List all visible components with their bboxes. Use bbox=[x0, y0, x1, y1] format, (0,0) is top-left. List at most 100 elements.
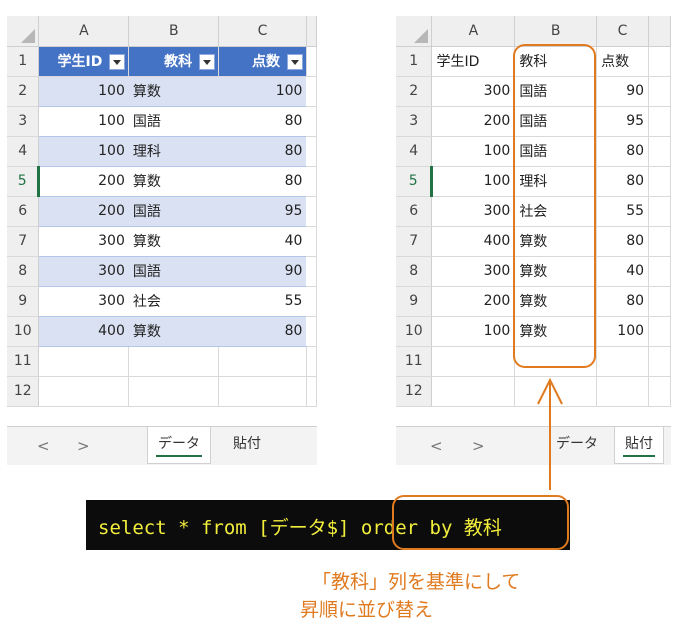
cell-b5[interactable]: 算数 bbox=[128, 166, 219, 197]
cell-a7[interactable]: 300 bbox=[38, 226, 129, 257]
column-header-b[interactable]: B bbox=[128, 16, 220, 47]
tab-paste[interactable]: 貼付 bbox=[614, 427, 664, 464]
filter-dropdown-icon[interactable] bbox=[109, 53, 126, 70]
tab-paste[interactable]: 貼付 bbox=[223, 427, 271, 463]
column-header-c[interactable]: C bbox=[596, 16, 650, 47]
row-header-6[interactable]: 6 bbox=[396, 196, 433, 227]
row-header-9[interactable]: 9 bbox=[7, 286, 40, 317]
cell-c11[interactable] bbox=[218, 346, 307, 377]
cell-c3[interactable]: 80 bbox=[218, 106, 307, 137]
cell-c7[interactable]: 80 bbox=[596, 226, 650, 257]
row-header-7[interactable]: 7 bbox=[396, 226, 433, 257]
cell-a6[interactable]: 200 bbox=[38, 196, 129, 227]
column-header-a[interactable]: A bbox=[431, 16, 516, 47]
row-header-6[interactable]: 6 bbox=[7, 196, 40, 227]
scroll-left-icon[interactable]: < bbox=[430, 437, 443, 455]
cell-b12[interactable] bbox=[128, 376, 220, 407]
cell-c9[interactable]: 55 bbox=[218, 286, 307, 317]
cell-c10[interactable]: 80 bbox=[218, 316, 307, 347]
cell-c12[interactable] bbox=[596, 376, 650, 407]
cell-b11[interactable] bbox=[128, 346, 220, 377]
column-header-b[interactable]: B bbox=[514, 16, 598, 47]
row-header-10[interactable]: 10 bbox=[396, 316, 433, 347]
scroll-right-icon[interactable]: > bbox=[77, 437, 90, 455]
cell-b2[interactable]: 算数 bbox=[128, 76, 219, 107]
row-header-4[interactable]: 4 bbox=[7, 136, 40, 167]
cell-a3[interactable]: 200 bbox=[431, 106, 516, 137]
cell-a2[interactable]: 300 bbox=[431, 76, 516, 107]
cell-c5[interactable]: 80 bbox=[218, 166, 307, 197]
cell-a5[interactable]: 200 bbox=[38, 166, 129, 197]
cell-c4[interactable]: 80 bbox=[218, 136, 307, 167]
cell-a9[interactable]: 200 bbox=[431, 286, 516, 317]
cell-a11[interactable] bbox=[431, 346, 516, 377]
row-header-2[interactable]: 2 bbox=[7, 76, 40, 107]
cell-a9[interactable]: 300 bbox=[38, 286, 129, 317]
cell-c8[interactable]: 40 bbox=[596, 256, 650, 287]
row-header-3[interactable]: 3 bbox=[396, 106, 433, 137]
cell-a1[interactable]: 学生ID bbox=[38, 46, 130, 77]
cell-b9[interactable]: 社会 bbox=[128, 286, 219, 317]
cell-b1[interactable]: 教科 bbox=[128, 46, 220, 77]
cell-a10[interactable]: 100 bbox=[431, 316, 516, 347]
cell-a5[interactable]: 100 bbox=[431, 166, 516, 197]
select-all-corner[interactable] bbox=[396, 16, 433, 47]
cell-c9[interactable]: 80 bbox=[596, 286, 650, 317]
cell-c8[interactable]: 90 bbox=[218, 256, 307, 287]
cell-a3[interactable]: 100 bbox=[38, 106, 129, 137]
scroll-right-icon[interactable]: > bbox=[472, 437, 485, 455]
scroll-left-icon[interactable]: < bbox=[37, 437, 50, 455]
cell-a12[interactable] bbox=[431, 376, 516, 407]
row-header-7[interactable]: 7 bbox=[7, 226, 40, 257]
column-header-a[interactable]: A bbox=[38, 16, 130, 47]
cell-b10[interactable]: 算数 bbox=[128, 316, 219, 347]
cell-c12[interactable] bbox=[218, 376, 307, 407]
row-header-5[interactable]: 5 bbox=[396, 166, 434, 197]
cell-c6[interactable]: 55 bbox=[596, 196, 650, 227]
cell-b3[interactable]: 国語 bbox=[128, 106, 219, 137]
cell-a12[interactable] bbox=[38, 376, 130, 407]
row-header-3[interactable]: 3 bbox=[7, 106, 40, 137]
cell-a8[interactable]: 300 bbox=[431, 256, 516, 287]
cell-a11[interactable] bbox=[38, 346, 130, 377]
cell-b4[interactable]: 理科 bbox=[128, 136, 219, 167]
cell-c10[interactable]: 100 bbox=[596, 316, 650, 347]
cell-c2[interactable]: 90 bbox=[596, 76, 650, 107]
filter-dropdown-icon[interactable] bbox=[286, 53, 303, 70]
cell-c4[interactable]: 80 bbox=[596, 136, 650, 167]
tab-data[interactable]: データ bbox=[147, 427, 211, 464]
row-header-1[interactable]: 1 bbox=[7, 46, 40, 77]
cell-c2[interactable]: 100 bbox=[218, 76, 307, 107]
row-header-5[interactable]: 5 bbox=[7, 166, 41, 197]
row-header-9[interactable]: 9 bbox=[396, 286, 433, 317]
row-header-10[interactable]: 10 bbox=[7, 316, 40, 347]
cell-c6[interactable]: 95 bbox=[218, 196, 307, 227]
cell-c3[interactable]: 95 bbox=[596, 106, 650, 137]
row-header-8[interactable]: 8 bbox=[396, 256, 433, 287]
cell-a10[interactable]: 400 bbox=[38, 316, 129, 347]
cell-a7[interactable]: 400 bbox=[431, 226, 516, 257]
row-header-11[interactable]: 11 bbox=[396, 346, 433, 377]
cell-a2[interactable]: 100 bbox=[38, 76, 129, 107]
row-header-12[interactable]: 12 bbox=[7, 376, 40, 407]
cell-a4[interactable]: 100 bbox=[38, 136, 129, 167]
cell-c5[interactable]: 80 bbox=[596, 166, 650, 197]
cell-c11[interactable] bbox=[596, 346, 650, 377]
row-header-8[interactable]: 8 bbox=[7, 256, 40, 287]
cell-a6[interactable]: 300 bbox=[431, 196, 516, 227]
row-header-11[interactable]: 11 bbox=[7, 346, 40, 377]
cell-b8[interactable]: 国語 bbox=[128, 256, 219, 287]
cell-a8[interactable]: 300 bbox=[38, 256, 129, 287]
column-header-c[interactable]: C bbox=[218, 16, 307, 47]
cell-b7[interactable]: 算数 bbox=[128, 226, 219, 257]
row-header-2[interactable]: 2 bbox=[396, 76, 433, 107]
cell-c1[interactable]: 点数 bbox=[218, 46, 307, 77]
cell-a1[interactable]: 学生ID bbox=[431, 46, 516, 77]
filter-dropdown-icon[interactable] bbox=[199, 53, 216, 70]
cell-a4[interactable]: 100 bbox=[431, 136, 516, 167]
select-all-corner[interactable] bbox=[7, 16, 40, 47]
cell-b6[interactable]: 国語 bbox=[128, 196, 219, 227]
row-header-4[interactable]: 4 bbox=[396, 136, 433, 167]
cell-c7[interactable]: 40 bbox=[218, 226, 307, 257]
cell-c1[interactable]: 点数 bbox=[596, 46, 650, 77]
